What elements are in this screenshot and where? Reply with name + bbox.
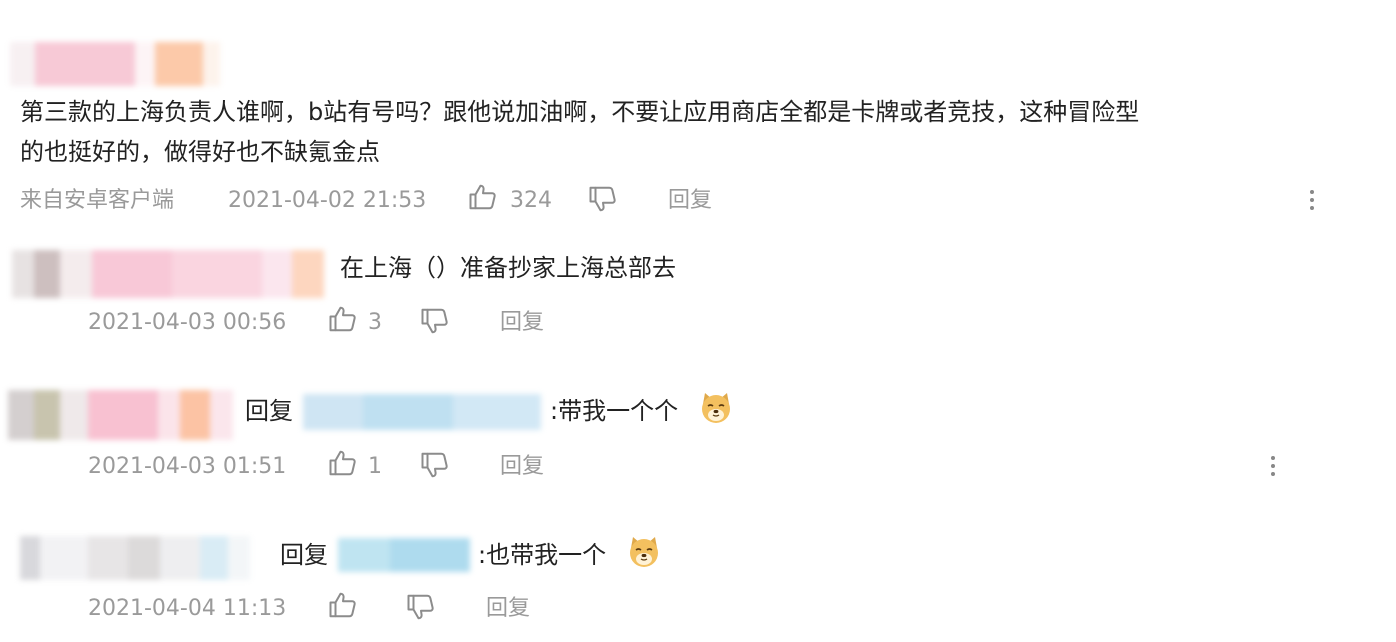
thumbs-up-icon[interactable] — [328, 304, 358, 334]
comment-text: :也带我一个 — [478, 541, 607, 569]
thumbs-up-icon[interactable] — [328, 590, 358, 620]
thumbs-up-icon[interactable] — [328, 448, 358, 478]
reply-button[interactable]: 回复 — [500, 308, 544, 338]
username-redacted — [20, 536, 250, 580]
like-count: 1 — [368, 454, 382, 479]
thumbs-up-icon[interactable] — [468, 182, 498, 212]
comment-text: 第三款的上海负责人谁啊，b站有号吗？跟他说加油啊，不要让应用商店全都是卡牌或者竞… — [20, 98, 1140, 126]
comment-timestamp: 2021-04-03 01:51 — [88, 454, 287, 479]
reply-prefix: 回复 — [280, 541, 328, 569]
doge-emoji-icon — [698, 390, 734, 430]
reply-button[interactable]: 回复 — [486, 594, 530, 624]
thumbs-down-icon[interactable] — [406, 592, 436, 622]
more-vertical-icon[interactable] — [1270, 452, 1276, 480]
comment-source: 来自安卓客户端 — [20, 188, 175, 213]
thumbs-down-icon[interactable] — [588, 184, 618, 214]
comment-text: 在上海（）准备抄家上海总部去 — [340, 254, 676, 282]
reply-prefix: 回复 — [245, 397, 293, 425]
comment-text: :带我一个个 — [550, 397, 679, 425]
mentioned-user-redacted[interactable] — [303, 394, 541, 430]
username-redacted — [10, 42, 220, 86]
reply-button[interactable]: 回复 — [500, 452, 544, 482]
doge-emoji-icon — [626, 534, 662, 574]
username-redacted — [12, 250, 324, 298]
like-count: 324 — [510, 188, 552, 213]
like-count: 3 — [368, 310, 382, 335]
comment-text-continued: 的也挺好的，做得好也不缺氪金点 — [20, 138, 380, 166]
more-vertical-icon[interactable] — [1309, 186, 1315, 214]
thumbs-down-icon[interactable] — [420, 306, 450, 336]
reply-button[interactable]: 回复 — [668, 186, 712, 216]
mentioned-user-redacted[interactable] — [338, 538, 470, 572]
comment-timestamp: 2021-04-04 11:13 — [88, 596, 287, 621]
username-redacted — [8, 390, 233, 440]
thumbs-down-icon[interactable] — [420, 450, 450, 480]
comment-timestamp: 2021-04-02 21:53 — [228, 188, 427, 213]
comment-timestamp: 2021-04-03 00:56 — [88, 310, 287, 335]
